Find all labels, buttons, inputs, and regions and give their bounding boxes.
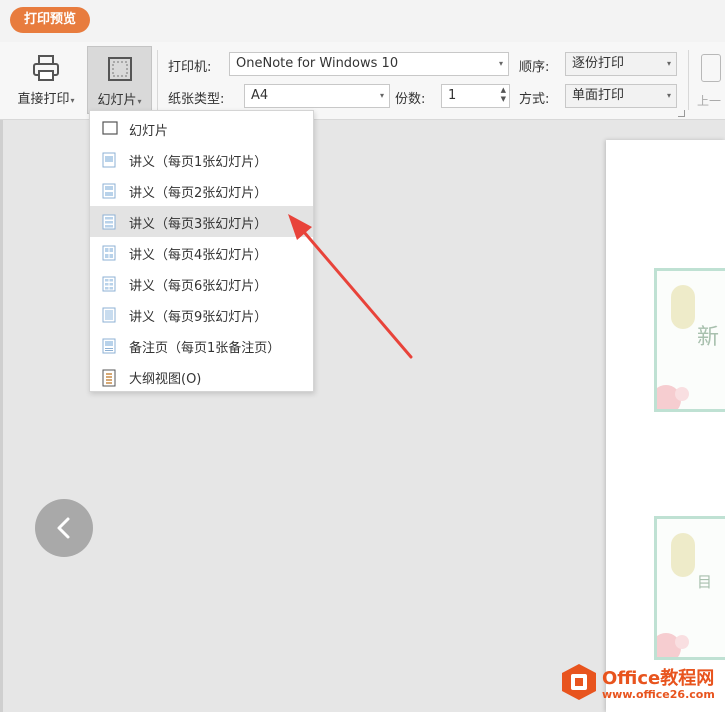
chevron-down-icon: ▾ <box>70 96 75 105</box>
menu-item-handout-3[interactable]: 讲义（每页3张幻灯片） <box>90 206 313 237</box>
printer-value: OneNote for Windows 10 <box>236 56 399 71</box>
handout-3-icon <box>102 214 116 230</box>
tab-print-preview[interactable]: 打印预览 <box>10 7 91 33</box>
printer-select[interactable]: OneNote for Windows 10 ▾ <box>229 52 509 76</box>
duplex-label: 方式: <box>519 92 550 107</box>
menu-item-label: 讲义（每页4张幻灯片） <box>129 248 268 263</box>
menu-item-handout-4[interactable]: 讲义（每页4张幻灯片） <box>90 237 313 268</box>
paper-type-select[interactable]: A4 ▾ <box>244 84 390 108</box>
print-toolbar: 直接打印▾ 幻灯片▾ 打印机: OneNote for Windows 10 ▾… <box>0 42 725 120</box>
flower-decoration <box>675 635 689 649</box>
slide-thumbnail: 目 <box>654 516 725 660</box>
paper-type-value: A4 <box>251 88 269 103</box>
copies-value: 1 <box>448 88 457 103</box>
slide-title-text: 目 <box>697 573 713 591</box>
chevron-down-icon: ▾ <box>137 97 142 106</box>
menu-item-label: 备注页（每页1张备注页） <box>129 341 281 356</box>
slide-frame-icon <box>107 57 132 81</box>
handout-4-icon <box>102 245 116 261</box>
menu-item-label: 讲义（每页9张幻灯片） <box>129 310 268 325</box>
slides-layout-label: 幻灯片 <box>97 93 137 108</box>
slides-layout-button[interactable]: 幻灯片▾ <box>87 46 152 114</box>
printer-icon <box>33 55 59 81</box>
menu-item-notes-page[interactable]: 备注页（每页1张备注页） <box>90 330 313 361</box>
direct-print-label: 直接打印 <box>17 92 70 107</box>
copies-input[interactable]: 1 ▲ ▼ <box>441 84 510 108</box>
printer-label: 打印机: <box>168 60 212 75</box>
wind-chime-ornament <box>671 533 695 577</box>
toolbar-divider <box>688 50 689 110</box>
spinner-arrows-icon[interactable]: ▲ ▼ <box>501 86 506 104</box>
duplex-select[interactable]: 单面打印 ▾ <box>565 84 677 108</box>
handout-1-icon <box>102 152 116 168</box>
outline-icon <box>102 369 116 387</box>
handout-2-icon <box>102 183 116 199</box>
notes-page-icon <box>102 338 116 354</box>
page-up-icon <box>701 54 721 82</box>
menu-item-label: 讲义（每页2张幻灯片） <box>129 186 268 201</box>
menu-item-label: 讲义（每页3张幻灯片） <box>129 217 268 232</box>
duplex-value: 单面打印 <box>572 88 625 103</box>
preview-page: 新 目 <box>606 140 725 712</box>
left-edge-strip <box>0 120 3 712</box>
menu-item-label: 讲义（每页6张幻灯片） <box>129 279 268 294</box>
order-value: 逐份打印 <box>572 56 625 71</box>
slides-layout-menu: 幻灯片 讲义（每页1张幻灯片） 讲义（每页2张幻灯片） 讲义（每页3张幻灯片） … <box>89 110 314 392</box>
watermark-url: www.office26.com <box>602 688 715 701</box>
previous-page-label: 上一 <box>697 94 722 108</box>
menu-item-outline-view[interactable]: 大纲视图(O) <box>90 361 313 392</box>
previous-page-button[interactable]: 上一 <box>697 48 725 116</box>
order-label: 顺序: <box>519 60 550 75</box>
previous-slide-button[interactable] <box>35 499 93 557</box>
office-logo-icon <box>562 664 596 700</box>
menu-item-label: 大纲视图(O) <box>129 372 202 387</box>
wind-chime-ornament <box>671 285 695 329</box>
menu-item-handout-2[interactable]: 讲义（每页2张幻灯片） <box>90 175 313 206</box>
menu-item-slide[interactable]: 幻灯片 <box>90 113 313 144</box>
menu-item-label: 讲义（每页1张幻灯片） <box>129 155 268 170</box>
order-select[interactable]: 逐份打印 ▾ <box>565 52 677 76</box>
tab-bar: 打印预览 <box>0 0 725 42</box>
chevron-down-icon: ▾ <box>379 91 384 100</box>
chevron-left-icon <box>57 517 70 539</box>
toolbar-divider <box>157 50 158 110</box>
menu-item-handout-1[interactable]: 讲义（每页1张幻灯片） <box>90 144 313 175</box>
group-expander-icon[interactable] <box>678 110 685 117</box>
direct-print-button[interactable]: 直接打印▾ <box>10 46 82 114</box>
flower-decoration <box>675 387 689 401</box>
slide-icon <box>102 121 118 135</box>
chevron-down-icon: ▾ <box>666 91 671 100</box>
copies-label: 份数: <box>395 92 426 107</box>
slide-title-text: 新 <box>697 325 720 350</box>
slide-thumbnail: 新 <box>654 268 725 412</box>
watermark: Office教程网 www.office26.com <box>560 658 725 708</box>
handout-9-icon <box>102 307 116 323</box>
menu-item-label: 幻灯片 <box>129 124 169 139</box>
handout-6-icon <box>102 276 116 292</box>
chevron-down-icon: ▾ <box>498 59 503 68</box>
menu-item-handout-6[interactable]: 讲义（每页6张幻灯片） <box>90 268 313 299</box>
menu-item-handout-9[interactable]: 讲义（每页9张幻灯片） <box>90 299 313 330</box>
watermark-brand: Office教程网 <box>602 668 715 689</box>
paper-type-label: 纸张类型: <box>168 92 225 107</box>
chevron-down-icon: ▾ <box>666 59 671 68</box>
